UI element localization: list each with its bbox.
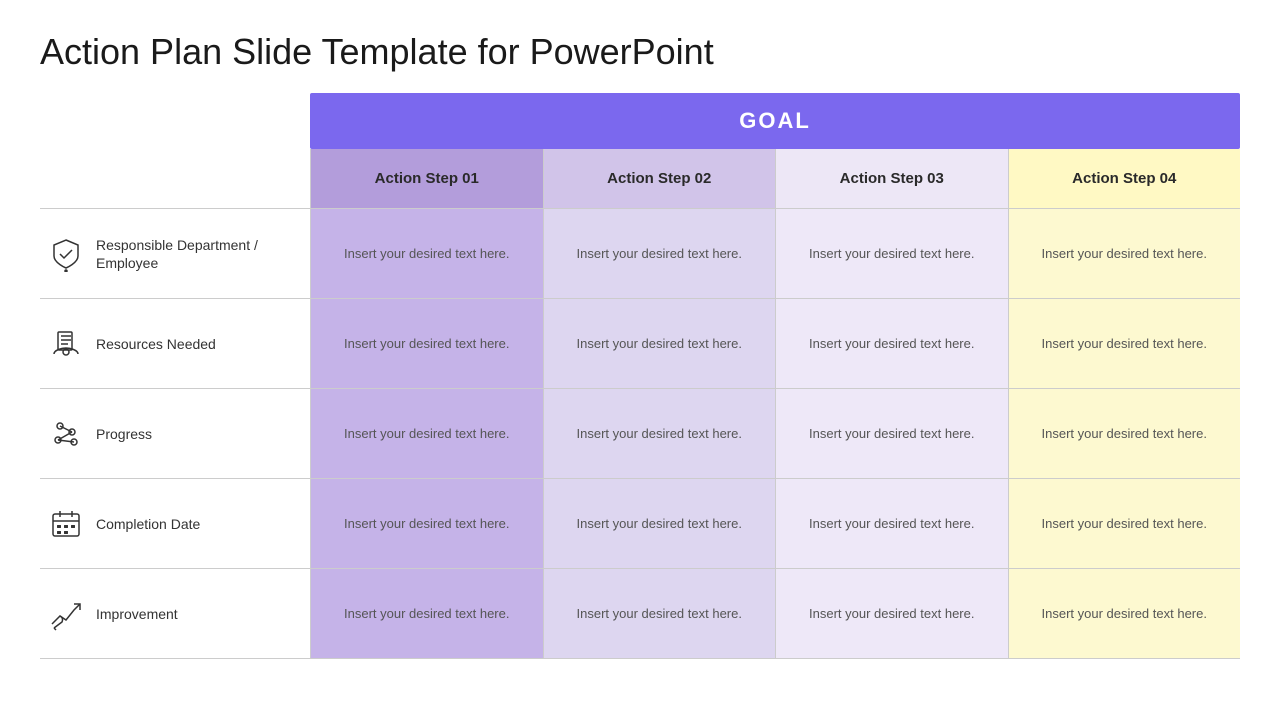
improvement-icon [44,592,88,636]
row-label-text-completion: Completion Date [96,515,200,533]
table-wrapper: Responsible Department / Employee Resour… [40,93,1240,659]
page: Action Plan Slide Template for PowerPoin… [0,0,1280,720]
cell-3-1: Insert your desired text here. [310,389,543,478]
cell-1-1: Insert your desired text here. [310,209,543,298]
cell-5-2: Insert your desired text here. [543,569,776,658]
progress-icon [44,412,88,456]
row-label-text-improvement: Improvement [96,605,178,623]
calendar-icon [44,502,88,546]
cell-1-3: Insert your desired text here. [775,209,1008,298]
row-label-resources: Resources Needed [40,299,310,389]
data-row-5: Insert your desired text here. Insert yo… [310,569,1240,659]
cell-1-4: Insert your desired text here. [1008,209,1241,298]
cell-2-1: Insert your desired text here. [310,299,543,388]
row-label-responsible: Responsible Department / Employee [40,209,310,299]
row-label-text-responsible: Responsible Department / Employee [96,236,306,272]
cell-3-4: Insert your desired text here. [1008,389,1241,478]
row-label-progress: Progress [40,389,310,479]
cell-3-2: Insert your desired text here. [543,389,776,478]
goal-row: GOAL [310,93,1240,149]
cell-4-2: Insert your desired text here. [543,479,776,568]
page-title: Action Plan Slide Template for PowerPoin… [40,30,1240,73]
shield-icon [44,232,88,276]
col-header-1: Action Step 01 [310,149,543,208]
col-header-2: Action Step 02 [543,149,776,208]
main-table: GOAL Action Step 01 Action Step 02 Actio… [310,93,1240,659]
row-label-completion: Completion Date [40,479,310,569]
cell-5-1: Insert your desired text here. [310,569,543,658]
cell-3-3: Insert your desired text here. [775,389,1008,478]
data-row-4: Insert your desired text here. Insert yo… [310,479,1240,569]
resources-icon [44,322,88,366]
cell-4-4: Insert your desired text here. [1008,479,1241,568]
cell-2-2: Insert your desired text here. [543,299,776,388]
cell-5-4: Insert your desired text here. [1008,569,1241,658]
cell-4-1: Insert your desired text here. [310,479,543,568]
cell-4-3: Insert your desired text here. [775,479,1008,568]
cell-2-3: Insert your desired text here. [775,299,1008,388]
cell-1-2: Insert your desired text here. [543,209,776,298]
data-row-3: Insert your desired text here. Insert yo… [310,389,1240,479]
row-labels: Responsible Department / Employee Resour… [40,93,310,659]
header-spacer [40,149,310,209]
goal-label: GOAL [739,108,811,134]
goal-spacer [40,93,310,149]
column-headers: Action Step 01 Action Step 02 Action Ste… [310,149,1240,209]
col-header-4: Action Step 04 [1008,149,1241,208]
data-row-2: Insert your desired text here. Insert yo… [310,299,1240,389]
col-header-3: Action Step 03 [775,149,1008,208]
data-row-1: Insert your desired text here. Insert yo… [310,209,1240,299]
row-label-text-resources: Resources Needed [96,335,216,353]
cell-2-4: Insert your desired text here. [1008,299,1241,388]
cell-5-3: Insert your desired text here. [775,569,1008,658]
row-label-improvement: Improvement [40,569,310,659]
row-label-text-progress: Progress [96,425,152,443]
